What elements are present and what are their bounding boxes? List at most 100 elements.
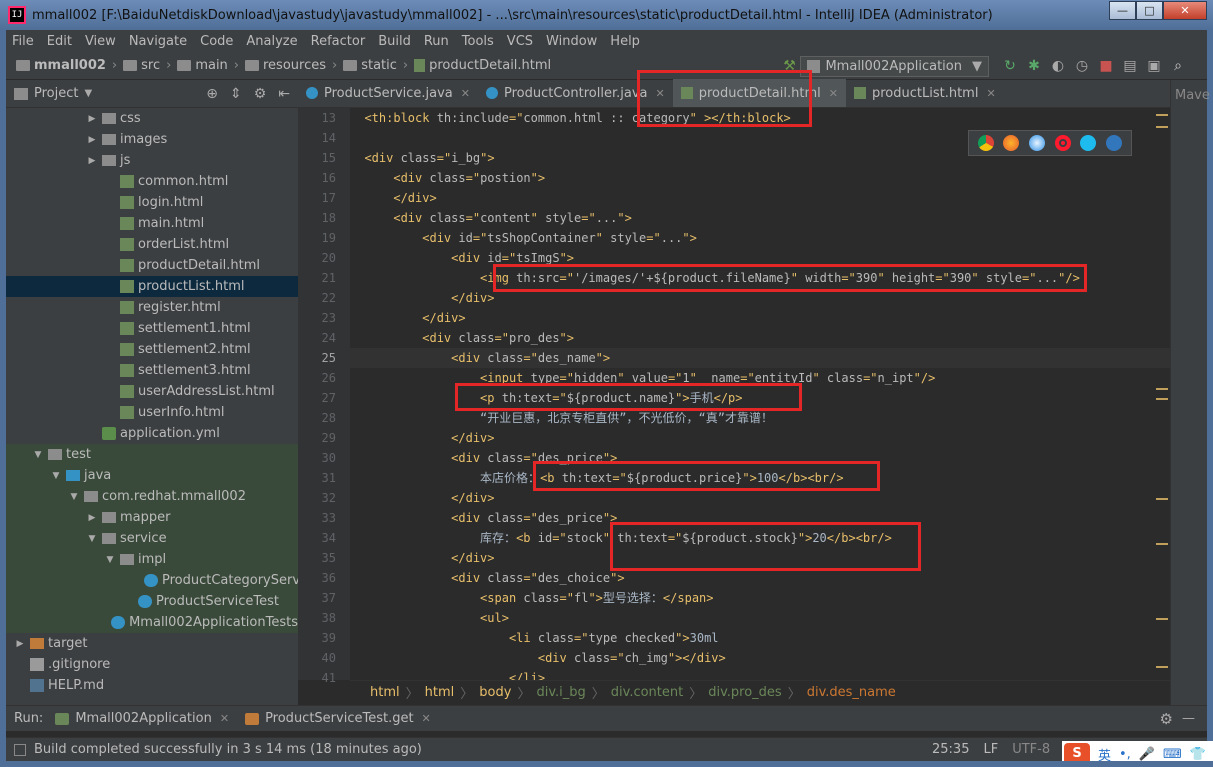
gear-icon[interactable]: ⚙: [254, 86, 267, 102]
code-line[interactable]: “开业巨惠，北京专柜直供”，不光低价，“真”才靠谱！: [350, 408, 1170, 428]
breadcrumb-item[interactable]: resources ›: [245, 58, 337, 73]
editor-breadcrumb-item[interactable]: div.i_bg: [536, 685, 585, 700]
expand-right-icon[interactable]: ▶: [86, 135, 98, 145]
maximize-button[interactable]: □: [1136, 1, 1163, 20]
code-line[interactable]: <div class="pro_des">: [350, 328, 1170, 348]
editor-breadcrumb-item[interactable]: div.content: [611, 685, 683, 700]
code-line[interactable]: </div>: [350, 428, 1170, 448]
tree-item[interactable]: .gitignore: [6, 654, 298, 675]
run-config-select[interactable]: Mmall002Application ▼: [800, 55, 989, 77]
tool-windows-icon[interactable]: [14, 743, 26, 756]
code-line[interactable]: <div class="des_choice">: [350, 568, 1170, 588]
run-tab-application[interactable]: Mmall002Application ✕: [55, 711, 229, 726]
project-structure-icon[interactable]: ▤: [1119, 55, 1141, 77]
microphone-icon[interactable]: 🎤: [1139, 747, 1155, 762]
code-editor[interactable]: <th:block th:include="common.html :: cat…: [350, 108, 1170, 680]
breadcrumb-item[interactable]: static ›: [343, 58, 408, 73]
tree-item[interactable]: productList.html: [6, 276, 298, 297]
close-icon[interactable]: ✕: [220, 712, 229, 725]
close-icon[interactable]: ✕: [829, 87, 838, 100]
editor-breadcrumb-item[interactable]: html: [425, 685, 455, 700]
code-line[interactable]: <div class="des_price">: [350, 448, 1170, 468]
tree-item[interactable]: ▼ test: [6, 444, 298, 465]
tree-item[interactable]: HELP.md: [6, 675, 298, 696]
editor-breadcrumb-item[interactable]: div.des_name: [807, 685, 896, 700]
expand-down-icon[interactable]: ▼: [32, 450, 44, 460]
firefox-icon[interactable]: [1003, 135, 1020, 151]
tree-item[interactable]: Mmall002ApplicationTests: [6, 612, 298, 633]
code-line[interactable]: <div id="tsShopContainer" style="...">: [350, 228, 1170, 248]
tree-item[interactable]: userInfo.html: [6, 402, 298, 423]
locate-icon[interactable]: ⊕: [206, 86, 218, 102]
code-line[interactable]: <ul>: [350, 608, 1170, 628]
tree-item[interactable]: ▶ js: [6, 150, 298, 171]
menu-run[interactable]: Run: [424, 34, 449, 49]
close-icon[interactable]: ✕: [655, 87, 664, 100]
skin-icon[interactable]: 👕: [1190, 747, 1206, 762]
expand-down-icon[interactable]: ▼: [86, 534, 98, 544]
tree-item[interactable]: settlement3.html: [6, 360, 298, 381]
code-line[interactable]: <img th:src="'/images/'+${product.fileNa…: [350, 268, 1170, 288]
tree-item[interactable]: ProductServiceTest: [6, 591, 298, 612]
code-line[interactable]: 本店价格：<b th:text="${product.price}">100</…: [350, 468, 1170, 488]
expand-right-icon[interactable]: ▶: [86, 156, 98, 166]
expand-right-icon[interactable]: ▶: [14, 639, 26, 649]
expand-down-icon[interactable]: ▼: [68, 492, 80, 502]
close-button[interactable]: ✕: [1163, 1, 1207, 20]
tab-productcontroller-java[interactable]: ProductController.java ✕: [478, 79, 673, 107]
expand-right-icon[interactable]: ▶: [86, 114, 98, 124]
project-view-select[interactable]: Project: [34, 86, 78, 101]
code-line[interactable]: <div id="tsImgS">: [350, 248, 1170, 268]
menu-help[interactable]: Help: [610, 34, 640, 49]
error-stripe[interactable]: [1156, 108, 1170, 680]
code-line[interactable]: <div class="postion">: [350, 168, 1170, 188]
tree-item[interactable]: ▶ images: [6, 129, 298, 150]
tree-item[interactable]: ▼ com.redhat.mmall002: [6, 486, 298, 507]
code-line[interactable]: <span class="fl">型号选择：</span>: [350, 588, 1170, 608]
code-line[interactable]: <div class="des_name">: [350, 348, 1170, 368]
code-line[interactable]: <div class="ch_img"></div>: [350, 648, 1170, 668]
close-icon[interactable]: ✕: [461, 87, 470, 100]
opera-icon[interactable]: [1054, 135, 1071, 151]
code-line[interactable]: <input type="hidden" value="1" name="ent…: [350, 368, 1170, 388]
menu-navigate[interactable]: Navigate: [129, 34, 187, 49]
expand-down-icon[interactable]: ▼: [50, 471, 62, 481]
tree-item[interactable]: ▼ java: [6, 465, 298, 486]
menu-edit[interactable]: Edit: [47, 34, 72, 49]
code-line[interactable]: </li>: [350, 668, 1170, 680]
code-line[interactable]: </div>: [350, 488, 1170, 508]
expand-right-icon[interactable]: ▶: [86, 513, 98, 523]
code-line[interactable]: <li class="type checked">30ml: [350, 628, 1170, 648]
tree-item[interactable]: common.html: [6, 171, 298, 192]
code-line[interactable]: <div class="content" style="...">: [350, 208, 1170, 228]
file-encoding[interactable]: UTF-8: [1012, 742, 1050, 757]
stop-icon[interactable]: ■: [1095, 55, 1117, 77]
breadcrumb-item[interactable]: productDetail.html: [414, 58, 551, 73]
menu-vcs[interactable]: VCS: [507, 34, 533, 49]
maven-panel-label[interactable]: Mave: [1171, 80, 1210, 111]
tree-item[interactable]: userAddressList.html: [6, 381, 298, 402]
tab-productservice-java[interactable]: ProductService.java ✕: [298, 79, 478, 107]
code-line[interactable]: <th:block th:include="common.html :: cat…: [350, 108, 1170, 128]
menu-window[interactable]: Window: [546, 34, 597, 49]
editor-breadcrumb-item[interactable]: html: [370, 685, 400, 700]
collapse-icon[interactable]: ⇕: [230, 86, 242, 102]
code-line[interactable]: <div class="des_price">: [350, 508, 1170, 528]
hammer-icon[interactable]: ⚒: [778, 55, 800, 77]
tree-item[interactable]: application.yml: [6, 423, 298, 444]
menu-tools[interactable]: Tools: [462, 34, 494, 49]
chrome-icon[interactable]: [977, 135, 994, 151]
coverage-icon[interactable]: ◐: [1047, 55, 1069, 77]
menu-build[interactable]: Build: [378, 34, 411, 49]
tree-item[interactable]: settlement2.html: [6, 339, 298, 360]
keyboard-icon[interactable]: ⌨: [1163, 747, 1182, 762]
chevron-down-icon[interactable]: ▼: [84, 88, 92, 99]
gear-icon[interactable]: ⚙: [1160, 710, 1173, 728]
menu-file[interactable]: File: [12, 34, 34, 49]
menu-view[interactable]: View: [85, 34, 116, 49]
edge-icon[interactable]: [1106, 135, 1123, 151]
caret-position[interactable]: 25:35: [932, 742, 969, 757]
profile-icon[interactable]: ◷: [1071, 55, 1093, 77]
sdk-icon[interactable]: ▣: [1143, 55, 1165, 77]
code-line[interactable]: </div>: [350, 548, 1170, 568]
